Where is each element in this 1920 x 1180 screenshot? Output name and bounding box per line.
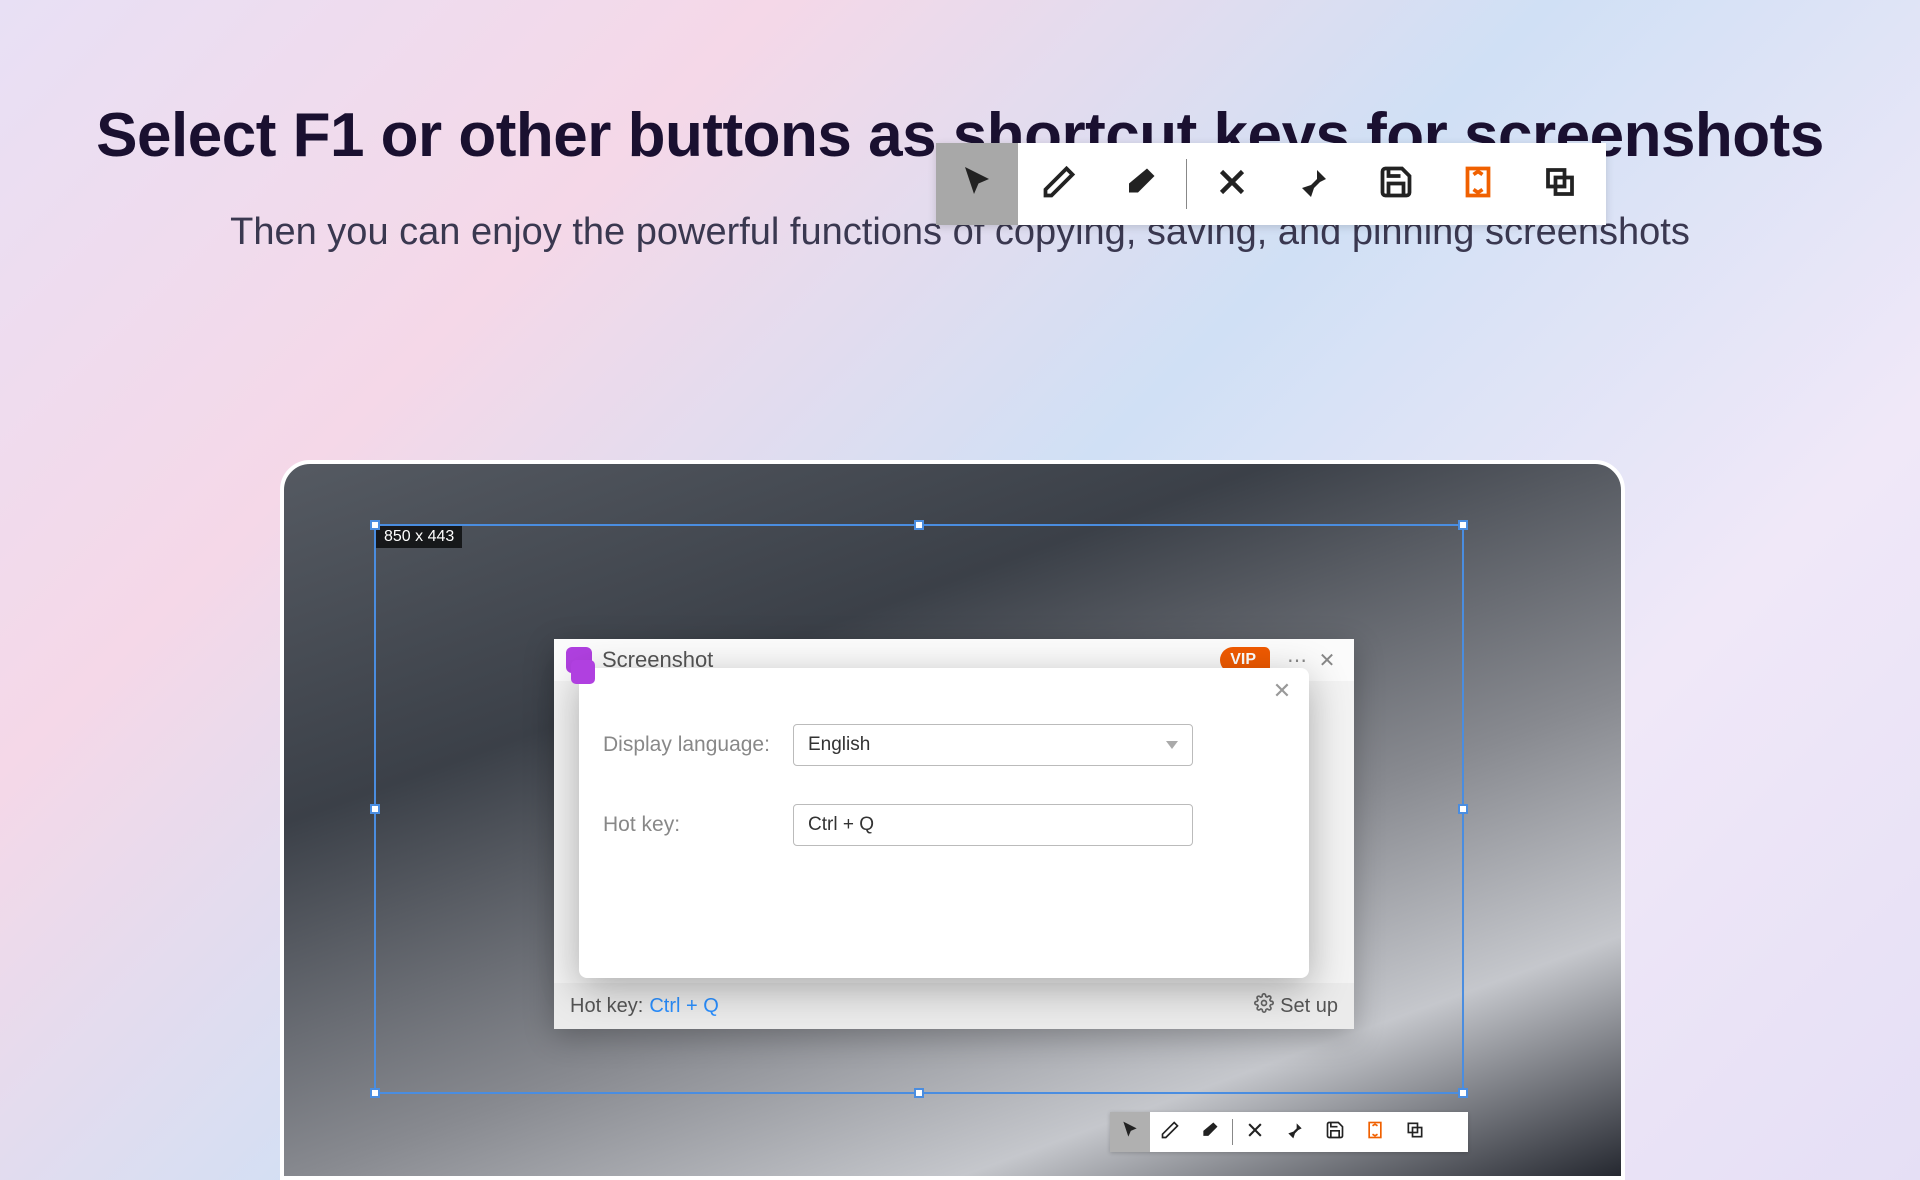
- setup-button[interactable]: Set up: [1254, 993, 1338, 1019]
- pin-button[interactable]: [1273, 143, 1355, 225]
- dialog-app-icon: [571, 660, 595, 684]
- long-screenshot-button[interactable]: [1437, 143, 1519, 225]
- pin-icon: [1296, 164, 1332, 205]
- save-icon: [1325, 1120, 1345, 1145]
- copy-icon: [1405, 1120, 1425, 1145]
- language-value: English: [808, 734, 870, 756]
- cursor-tool-button[interactable]: [1110, 1112, 1150, 1152]
- close-button[interactable]: ✕: [1312, 645, 1342, 675]
- pencil-tool-button[interactable]: [1018, 143, 1100, 225]
- eraser-icon: [1200, 1120, 1220, 1145]
- eraser-tool-button[interactable]: [1100, 143, 1182, 225]
- eraser-tool-button[interactable]: [1190, 1112, 1230, 1152]
- save-button[interactable]: [1355, 143, 1437, 225]
- copy-icon: [1542, 164, 1578, 205]
- selection-dimensions-label: 850 x 443: [376, 526, 462, 548]
- pencil-icon: [1160, 1120, 1180, 1145]
- long-screenshot-icon: [1460, 164, 1496, 205]
- language-label: Display language:: [603, 733, 793, 757]
- resize-handle-bl[interactable]: [370, 1088, 380, 1098]
- long-screenshot-icon: [1365, 1120, 1385, 1145]
- resize-handle-mr[interactable]: [1458, 804, 1468, 814]
- resize-handle-tm[interactable]: [914, 520, 924, 530]
- dialog-close-button[interactable]: ✕: [1269, 678, 1295, 704]
- pencil-tool-button[interactable]: [1150, 1112, 1190, 1152]
- window-footer: Hot key: Ctrl + Q Set up: [554, 983, 1354, 1029]
- hotkey-input[interactable]: Ctrl + Q: [793, 804, 1193, 846]
- cancel-button[interactable]: [1191, 143, 1273, 225]
- close-icon: [1214, 164, 1250, 205]
- copy-button[interactable]: [1519, 143, 1601, 225]
- toolbar-divider: [1186, 159, 1187, 209]
- resize-handle-br[interactable]: [1458, 1088, 1468, 1098]
- cancel-button[interactable]: [1235, 1112, 1275, 1152]
- long-screenshot-button[interactable]: [1355, 1112, 1395, 1152]
- copy-button[interactable]: [1395, 1112, 1435, 1152]
- resize-handle-tl[interactable]: [370, 520, 380, 530]
- screenshot-toolbar-large: [936, 143, 1606, 225]
- app-screenshot-frame: 850 x 443 Screenshot VIP ⋯ ✕ Hot key: Ct…: [280, 460, 1625, 1180]
- eraser-icon: [1123, 164, 1159, 205]
- setup-label: Set up: [1280, 995, 1338, 1018]
- toolbar-divider: [1232, 1119, 1233, 1145]
- gear-icon: [1254, 993, 1274, 1019]
- resize-handle-tr[interactable]: [1458, 520, 1468, 530]
- resize-handle-ml[interactable]: [370, 804, 380, 814]
- cursor-icon: [959, 164, 995, 205]
- hotkey-label: Hot key:: [603, 813, 793, 837]
- hotkey-value: Ctrl + Q: [808, 814, 874, 836]
- resize-handle-bm[interactable]: [914, 1088, 924, 1098]
- pencil-icon: [1041, 164, 1077, 205]
- footer-hotkey-label: Hot key:: [570, 995, 643, 1018]
- pin-icon: [1285, 1120, 1305, 1145]
- close-icon: [1245, 1120, 1265, 1145]
- cursor-tool-button[interactable]: [936, 143, 1018, 225]
- language-select[interactable]: English: [793, 724, 1193, 766]
- settings-dialog: ✕ Display language: English Hot key: Ctr…: [579, 668, 1309, 978]
- save-button[interactable]: [1315, 1112, 1355, 1152]
- pin-button[interactable]: [1275, 1112, 1315, 1152]
- cursor-icon: [1120, 1120, 1140, 1145]
- save-icon: [1378, 164, 1414, 205]
- footer-hotkey-value: Ctrl + Q: [649, 995, 718, 1018]
- screenshot-toolbar-small: [1110, 1112, 1468, 1152]
